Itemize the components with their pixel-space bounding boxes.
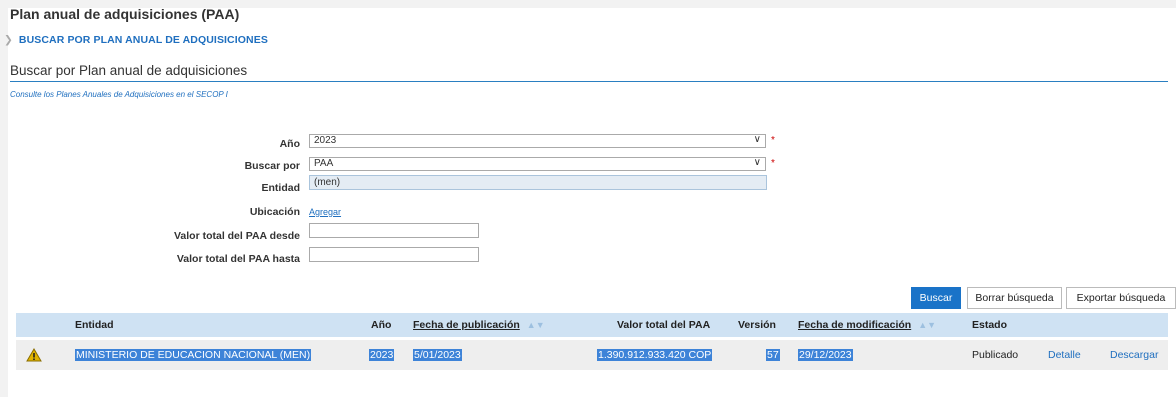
entity-label: Entidad (261, 182, 301, 194)
cell-pub-date: 5/01/2023 (413, 349, 462, 361)
col-mod-date[interactable]: Fecha de modificación ▲▼ (798, 319, 936, 331)
sort-icon[interactable]: ▲▼ (527, 320, 545, 330)
col-mod-date-label[interactable]: Fecha de modificación (798, 319, 911, 331)
cell-entity: MINISTERIO DE EDUCACION NACIONAL (MEN) (75, 349, 312, 361)
cell-pub-date-text: 5/01/2023 (413, 349, 462, 361)
year-label: Año (279, 138, 300, 150)
col-year: Año (371, 319, 392, 331)
col-total: Valor total del PAA (617, 319, 711, 331)
sort-icon[interactable]: ▲▼ (918, 320, 936, 330)
cell-total: 1.390.912.933.420 COP (597, 349, 713, 361)
cell-status: Publicado (972, 349, 1019, 361)
breadcrumb[interactable]: ❯ BUSCAR POR PLAN ANUAL DE ADQUISICIONES (4, 34, 268, 46)
required-mark: * (771, 158, 775, 169)
export-search-button[interactable]: Exportar búsqueda (1066, 287, 1176, 309)
section-title: Buscar por Plan anual de adquisiciones (10, 63, 248, 78)
cell-year-text: 2023 (369, 349, 395, 361)
cell-version-text: 57 (766, 349, 780, 361)
section-divider (10, 81, 1168, 82)
min-value-input[interactable] (309, 223, 479, 238)
cell-total-text: 1.390.912.933.420 COP (597, 349, 713, 361)
location-label: Ubicación (249, 206, 300, 218)
col-pub-date-label[interactable]: Fecha de publicación (413, 319, 520, 331)
chevron-down-icon: ∨ (753, 134, 761, 145)
detail-link[interactable]: Detalle (1048, 349, 1081, 361)
year-select[interactable]: 2023 ∨ (309, 134, 766, 148)
cell-mod-date: 29/12/2023 (798, 349, 853, 361)
cell-entity-text: MINISTERIO DE EDUCACION NACIONAL (MEN) (75, 349, 312, 361)
required-mark: * (771, 135, 775, 146)
col-entity: Entidad (75, 319, 114, 331)
breadcrumb-label[interactable]: BUSCAR POR PLAN ANUAL DE ADQUISICIONES (19, 34, 268, 46)
search-button[interactable]: Buscar (911, 287, 961, 309)
year-select-value: 2023 (314, 135, 337, 146)
search-by-select[interactable]: PAA ∨ (309, 157, 766, 171)
max-value-label: Valor total del PAA hasta (176, 253, 300, 265)
download-link[interactable]: Descargar (1110, 349, 1158, 361)
col-version: Versión (738, 319, 776, 331)
col-status: Estado (972, 319, 1008, 331)
max-value-input[interactable] (309, 247, 479, 262)
col-pub-date[interactable]: Fecha de publicación ▲▼ (413, 319, 545, 331)
search-by-select-value: PAA (314, 158, 334, 169)
min-value-label: Valor total del PAA desde (173, 230, 300, 242)
warning-icon (26, 348, 42, 362)
clear-search-button[interactable]: Borrar búsqueda (967, 287, 1062, 309)
cell-mod-date-text: 29/12/2023 (798, 349, 853, 361)
cell-year: 2023 (369, 349, 395, 361)
entity-field[interactable]: (men) (309, 175, 767, 190)
cell-version: 57 (766, 349, 780, 361)
secop-note-link[interactable]: Consulte los Planes Anuales de Adquisici… (10, 90, 228, 99)
page-title: Plan anual de adquisiciones (PAA) (10, 6, 240, 22)
add-location-link[interactable]: Agregar (309, 207, 341, 217)
search-by-label: Buscar por (244, 160, 300, 172)
chevron-right-icon: ❯ (4, 34, 13, 46)
chevron-down-icon: ∨ (753, 157, 761, 168)
